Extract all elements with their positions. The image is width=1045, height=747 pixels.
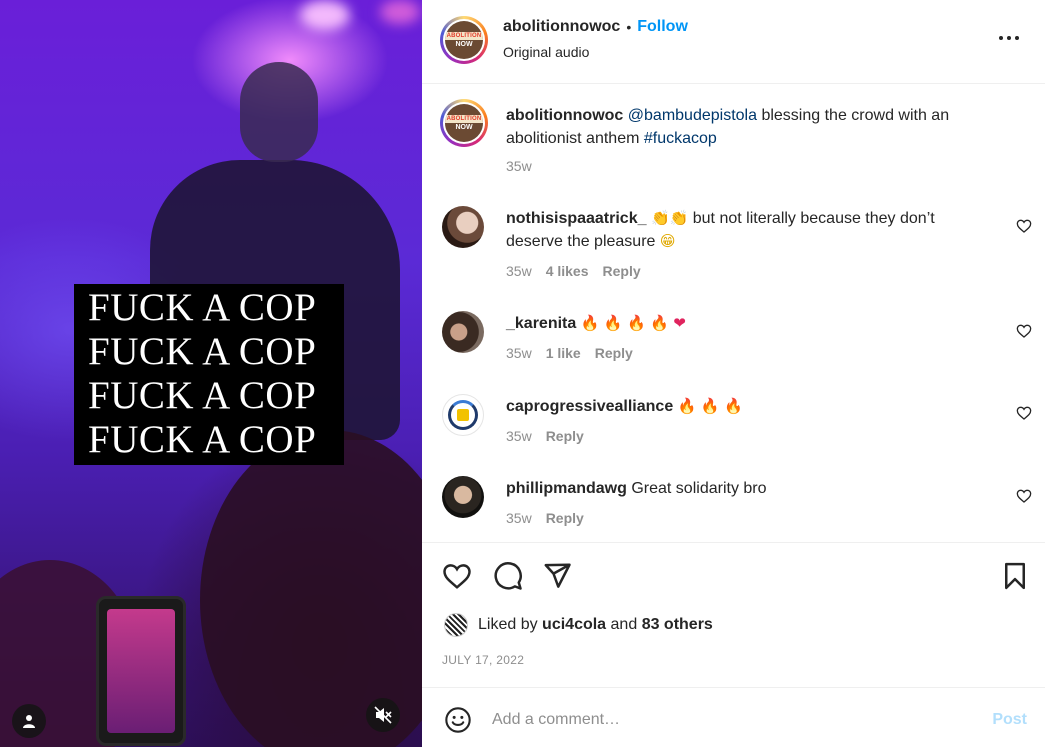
reply-button[interactable]: Reply (546, 510, 584, 526)
stage-light (380, 0, 420, 24)
like-comment-heart-icon[interactable] (1016, 488, 1032, 504)
like-comment-heart-icon[interactable] (1016, 323, 1032, 339)
comment-timestamp[interactable]: 35w (506, 510, 532, 526)
liker-avatar[interactable] (444, 613, 468, 637)
like-comment-heart-icon[interactable] (1016, 405, 1032, 421)
stage-light (300, 0, 350, 30)
caption-line: FUCK A COP (88, 374, 317, 417)
comment-bubble-icon[interactable] (493, 561, 523, 591)
caption-timestamp[interactable]: 35w (506, 158, 532, 174)
commenter-avatar[interactable] (442, 476, 484, 518)
fire-emoji: 🔥 (603, 314, 623, 332)
mention-link[interactable]: @bambudepistola (628, 107, 757, 124)
comment-item: _karenita 🔥 🔥 🔥 🔥 ❤ 35w 1 like Reply (442, 311, 1032, 371)
comment-likes[interactable]: 1 like (546, 345, 581, 361)
post-comment-button[interactable]: Post (992, 711, 1027, 729)
audience-phone (96, 596, 186, 746)
like-heart-icon[interactable] (442, 561, 472, 591)
org-logo: ABOLITION NOW (445, 104, 483, 142)
others-count-link[interactable]: 83 others (642, 616, 713, 634)
fire-emoji: 🔥 (627, 314, 646, 332)
audio-label[interactable]: Original audio (503, 44, 589, 60)
reply-button[interactable]: Reply (546, 428, 584, 444)
caption-line: FUCK A COP (88, 330, 317, 373)
separator-dot: • (626, 19, 632, 35)
comment-text: Great solidarity bro (631, 480, 767, 497)
grin-emoji: 😁 (659, 232, 676, 250)
reel-video[interactable]: FUCK A COP FUCK A COP FUCK A COP FUCK A … (0, 0, 422, 747)
comment-username[interactable]: _karenita (506, 315, 576, 332)
reply-button[interactable]: Reply (595, 345, 633, 361)
author-username[interactable]: abolitionnowoc (503, 18, 620, 36)
comment-timestamp[interactable]: 35w (506, 428, 532, 444)
video-caption-overlay: FUCK A COP FUCK A COP FUCK A COP FUCK A … (74, 284, 344, 465)
comment-timestamp[interactable]: 35w (506, 345, 532, 361)
comment-username[interactable]: caprogressivealliance (506, 398, 673, 415)
comment-item: phillipmandawg Great solidarity bro 35w … (442, 476, 1032, 536)
comment-item: nothisispaaatrick_ 👏👏 but not literally … (442, 206, 1032, 286)
clap-emoji: 👏👏 (650, 209, 689, 227)
caption-line: FUCK A COP (88, 418, 317, 461)
more-options-icon[interactable] (999, 30, 1023, 46)
author-avatar[interactable]: ABOLITION NOW (440, 99, 488, 147)
fire-emoji: 🔥 (677, 397, 697, 415)
liked-by-and: and (610, 616, 638, 633)
red-heart-emoji: ❤ (673, 314, 686, 332)
comment-item: caprogressivealliance 🔥 🔥 🔥 35w Reply (442, 394, 1032, 454)
comment-likes[interactable]: 4 likes (546, 263, 589, 279)
post-actions: Liked by uci4cola and 83 others JULY 17,… (422, 542, 1045, 687)
emoji-picker-icon[interactable] (444, 706, 472, 734)
likes-summary: Liked by uci4cola and 83 others (444, 613, 713, 637)
comment-username[interactable]: phillipmandawg (506, 480, 627, 497)
mute-toggle-button[interactable] (366, 698, 400, 732)
comment-composer: Add a comment… Post (422, 687, 1045, 747)
tagged-users-button[interactable] (12, 704, 46, 738)
comment-timestamp[interactable]: 35w (506, 263, 532, 279)
caption-line: FUCK A COP (88, 286, 317, 329)
user-icon (23, 715, 35, 728)
liked-by-prefix: Liked by (478, 616, 538, 633)
comment-username[interactable]: nothisispaaatrick_ (506, 210, 647, 227)
reply-button[interactable]: Reply (603, 263, 641, 279)
performer-head (240, 62, 318, 162)
org-logo: ABOLITION NOW (445, 21, 483, 59)
fire-emoji: 🔥 (723, 397, 743, 415)
caption-username[interactable]: abolitionnowoc (506, 107, 623, 124)
hashtag-link[interactable]: #fuckacop (644, 130, 717, 147)
fire-emoji: 🔥 (700, 397, 720, 415)
share-send-icon[interactable] (542, 561, 572, 591)
follow-button[interactable]: Follow (637, 18, 688, 36)
commenter-avatar[interactable] (442, 311, 484, 353)
post-caption: ABOLITION NOW abolitionnowoc @bambudepis… (440, 99, 1032, 179)
commenter-avatar[interactable] (442, 206, 484, 248)
save-bookmark-icon[interactable] (1000, 561, 1030, 591)
speaker-muted-icon (374, 706, 392, 724)
like-comment-heart-icon[interactable] (1016, 218, 1032, 234)
post-date[interactable]: JULY 17, 2022 (442, 653, 524, 667)
post-header: ABOLITION NOW abolitionnowoc • Follow Or… (422, 0, 1045, 84)
author-avatar[interactable]: ABOLITION NOW (440, 16, 488, 64)
fire-emoji: 🔥 (650, 314, 669, 332)
post-sidebar: ABOLITION NOW abolitionnowoc • Follow Or… (422, 0, 1045, 747)
comment-input[interactable]: Add a comment… (492, 711, 620, 729)
fire-emoji: 🔥 (580, 314, 600, 332)
commenter-avatar[interactable] (442, 394, 484, 436)
liker-username[interactable]: uci4cola (542, 616, 606, 634)
